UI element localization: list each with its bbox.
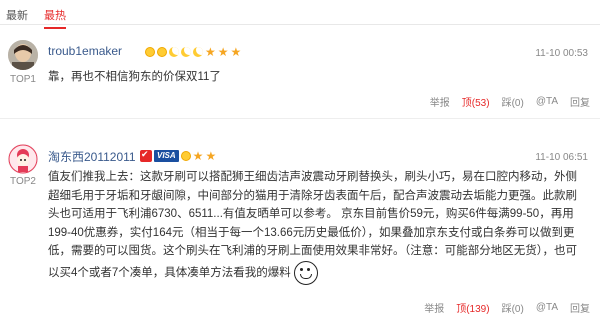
reply-button[interactable]: 回复 [570,300,590,315]
avatar[interactable] [8,144,38,174]
star-icon: ★ [192,149,204,163]
star-icon: ★ [217,45,229,59]
sun-icon [180,151,191,161]
comment-item: TOP1 troub1emaker ★ ★ ★ 11-10 00:53 靠，再也… [0,36,600,119]
at-button[interactable]: @TA [536,96,558,107]
visa-badge: VISA [154,150,179,162]
user-level-badges: ★ ★ ★ [145,45,241,59]
rank-label: TOP2 [10,176,36,187]
verified-icon [140,149,152,162]
comment-time: 11-10 00:53 [535,48,588,59]
laughing-face-icon [293,260,318,285]
comment-actions: 举报 顶(139) 踩(0) @TA 回复 [424,300,590,315]
comment-actions: 举报 顶(53) 踩(0) @TA 回复 [430,94,590,109]
star-icon: ★ [205,45,216,59]
comment-item: TOP2 淘东西20112011 VISA ★ ★ 11-10 06:51 值友… [0,140,600,319]
moon-icon [169,47,179,57]
comment-text-wrap: 值友们推我上去：这款牙刷可以搭配狮王细齿洁声波震动牙刷替换头，刷头小巧，易在口腔… [48,168,588,285]
sun-icon [145,47,155,57]
comment-text: 靠，再也不相信狗东的价保双11了 [48,71,221,83]
star-icon: ★ [205,149,217,163]
comment-time: 11-10 06:51 [535,152,588,163]
username-link[interactable]: 淘东西20112011 [48,148,136,165]
sun-icon [157,47,167,57]
tab-latest[interactable]: 最新 [6,7,28,23]
at-button[interactable]: @TA [536,302,558,313]
moon-icon [181,47,191,57]
username-link[interactable]: troub1emaker [48,44,122,58]
upvote-button[interactable]: 顶(53) [462,94,490,109]
user-level-badges: VISA ★ ★ [140,149,216,163]
upvote-button[interactable]: 顶(139) [456,300,489,315]
downvote-button[interactable]: 踩(0) [502,300,524,315]
reply-button[interactable]: 回复 [570,94,590,109]
comment-sort-tabs: 最新 最热 [0,0,600,29]
report-button[interactable]: 举报 [430,94,450,109]
report-button[interactable]: 举报 [424,300,444,315]
star-icon: ★ [230,45,242,59]
rank-label: TOP1 [10,74,36,85]
avatar[interactable] [8,40,38,70]
moon-icon [193,47,203,57]
downvote-button[interactable]: 踩(0) [502,94,524,109]
tab-hottest[interactable]: 最热 [44,7,66,29]
